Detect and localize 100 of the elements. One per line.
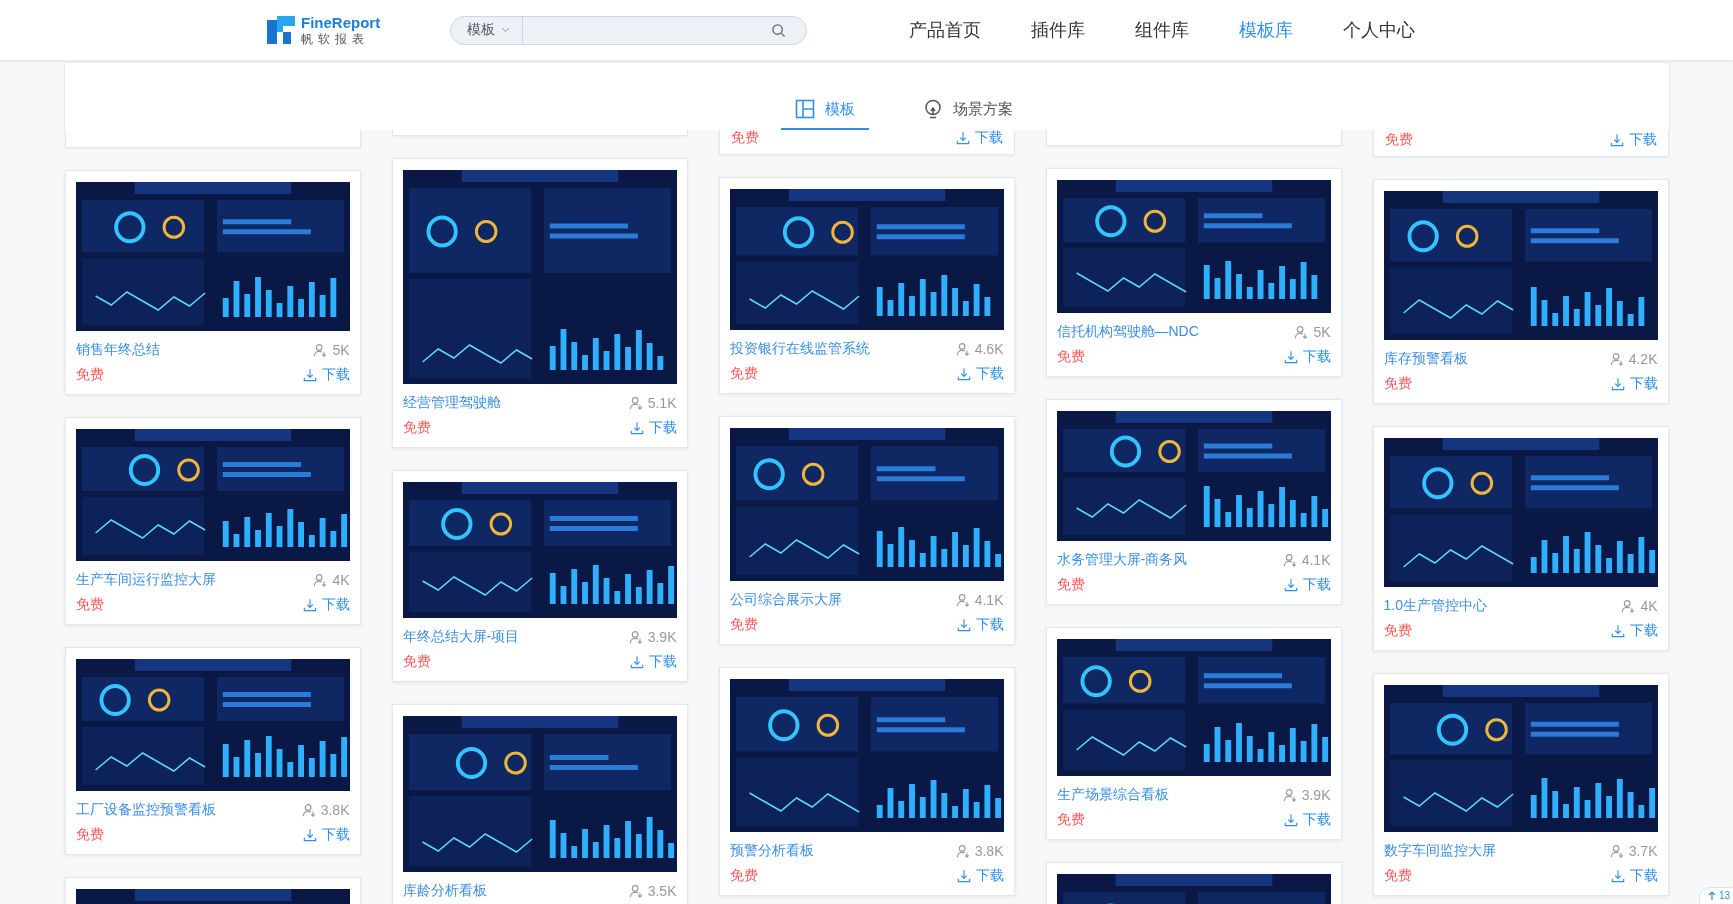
download-link[interactable]: 下载: [629, 419, 677, 437]
view-count: 5.1K: [628, 395, 677, 411]
search-field[interactable]: 模板: [450, 15, 808, 45]
download-icon: [302, 368, 317, 382]
template-card[interactable]: 预警分析看板 3.8K 免费 下载: [718, 667, 1015, 896]
download-link[interactable]: 下载: [1283, 811, 1331, 829]
template-title[interactable]: 库龄分析看板: [402, 882, 487, 900]
nav-link[interactable]: 产品首页: [909, 18, 982, 42]
download-link[interactable]: 下载: [629, 653, 677, 671]
download-link[interactable]: 下载: [302, 596, 350, 614]
template-card[interactable]: 投资银行在线监管系统 4.6K 免费 下载: [718, 177, 1015, 394]
view-count: 3.7K: [1609, 843, 1658, 859]
price-label: 免费: [402, 419, 431, 437]
price-label: 免费: [75, 366, 104, 384]
download-link[interactable]: 下载: [955, 130, 1003, 147]
price-label: 免费: [1056, 576, 1085, 594]
person-icon: [955, 844, 970, 858]
template-card[interactable]: 库龄分析看板 3.5K: [391, 704, 688, 904]
download-link[interactable]: 下载: [1610, 622, 1658, 640]
download-icon: [955, 131, 970, 145]
nav-link[interactable]: 插件库: [1031, 18, 1086, 42]
template-card[interactable]: 数字车间监控大屏 3.7K 免费 下载: [1372, 673, 1669, 896]
logo-icon[interactable]: [265, 14, 297, 46]
download-link[interactable]: 下载: [956, 365, 1004, 383]
template-title[interactable]: 公司综合展示大屏: [729, 591, 842, 609]
template-card[interactable]: 生产场景综合看板 3.9K 免费 下载: [1045, 627, 1342, 840]
person-icon: [955, 342, 970, 356]
nav-link[interactable]: 组件库: [1135, 18, 1190, 42]
person-icon: [1609, 352, 1624, 366]
download-link[interactable]: 下载: [1610, 375, 1658, 393]
download-link[interactable]: 下载: [1610, 867, 1658, 885]
template-title[interactable]: 数字车间监控大屏: [1383, 842, 1496, 860]
download-link[interactable]: 下载: [956, 616, 1004, 634]
template-title[interactable]: 库存预警看板: [1383, 350, 1468, 368]
template-title[interactable]: 生产场景综合看板: [1056, 786, 1169, 804]
logo-subtitle: 帆软报表: [301, 33, 370, 45]
download-link[interactable]: 下载: [1609, 131, 1657, 149]
template-title[interactable]: 工厂设备监控预警看板: [75, 801, 216, 819]
download-link[interactable]: 下载: [956, 867, 1004, 885]
download-link[interactable]: 下载: [1283, 348, 1331, 366]
up-arrow-icon: [1707, 890, 1716, 901]
grid-icon: [794, 99, 815, 119]
template-card[interactable]: 销售年终总结 5K 免费 下载: [64, 170, 361, 395]
template-card[interactable]: 生产车间运行监控大屏 4K 免费 下载: [64, 417, 361, 625]
template-title[interactable]: 预警分析看板: [729, 842, 814, 860]
download-icon: [302, 598, 317, 612]
view-count: 4.1K: [955, 592, 1004, 608]
template-card[interactable]: 水务管理大屏-商务风 4.1K 免费 下载: [1045, 399, 1342, 605]
lightbulb-icon: [922, 99, 943, 119]
template-title[interactable]: 1.0生产管控中心: [1383, 597, 1487, 615]
template-card[interactable]: 工厂设备监控预警看板 3.8K 免费 下载: [64, 647, 361, 855]
download-icon: [956, 869, 971, 883]
tab[interactable]: 场景方案: [908, 99, 1027, 130]
template-title[interactable]: 年终总结大屏-项目: [402, 628, 520, 646]
person-icon: [1282, 788, 1297, 802]
download-icon: [1283, 578, 1298, 592]
back-to-top-button[interactable]: 13: [1698, 887, 1733, 904]
view-count: 5K: [313, 342, 350, 358]
search-icon[interactable]: [771, 22, 787, 38]
template-card[interactable]: 信托机构驾驶舱—NDC 5K 免费 下载: [1045, 168, 1342, 377]
person-icon: [313, 573, 328, 587]
person-icon: [628, 630, 643, 644]
template-card[interactable]: 公司综合展示大屏 4.1K 免费 下载: [718, 416, 1015, 645]
template-title[interactable]: 销售年终总结: [75, 341, 160, 359]
download-link[interactable]: 下载: [302, 826, 350, 844]
template-card[interactable]: 库存预警看板 4.2K 免费 下载: [1372, 179, 1669, 404]
template-title[interactable]: 生产车间运行监控大屏: [75, 571, 216, 589]
view-count: 4.6K: [955, 341, 1004, 357]
price-label: 免费: [402, 653, 431, 671]
person-icon: [955, 593, 970, 607]
view-count: 3.9K: [628, 629, 677, 645]
view-count: 3.5K: [628, 883, 677, 899]
nav-link[interactable]: 个人中心: [1343, 18, 1416, 42]
person-icon: [1294, 325, 1309, 339]
nav-link[interactable]: 模板库: [1239, 18, 1294, 42]
price-label: 免费: [75, 826, 104, 844]
view-count: 4.2K: [1609, 351, 1658, 367]
download-icon: [629, 655, 644, 669]
template-title[interactable]: 信托机构驾驶舱—NDC: [1056, 323, 1199, 341]
template-card[interactable]: 1.0生产管控中心 4K 免费 下载: [1372, 426, 1669, 651]
price-label: 免费: [1384, 131, 1413, 149]
template-title[interactable]: 投资银行在线监管系统: [729, 340, 870, 358]
template-card[interactable]: 经营管理驾驶舱 5.1K 免费 下载: [391, 158, 688, 448]
person-icon: [628, 884, 643, 898]
person-icon: [1282, 553, 1297, 567]
scope-dropdown[interactable]: 模板: [451, 16, 524, 44]
template-card[interactable]: 年终总结大屏-项目 3.9K 免费 下载: [391, 470, 688, 682]
template-title[interactable]: 水务管理大屏-商务风: [1056, 551, 1188, 569]
person-icon: [1609, 844, 1624, 858]
logo-text: FineReport: [301, 15, 381, 30]
template-title[interactable]: 经营管理驾驶舱: [402, 394, 501, 412]
view-count: 4K: [1621, 598, 1658, 614]
download-link[interactable]: 下载: [1283, 576, 1331, 594]
price-label: 免费: [1056, 348, 1085, 366]
price-label: 免费: [729, 365, 758, 383]
price-label: 免费: [75, 596, 104, 614]
price-label: 免费: [729, 867, 758, 885]
price-label: 免费: [1383, 622, 1412, 640]
download-link[interactable]: 下载: [302, 366, 350, 384]
price-label: 免费: [1383, 867, 1412, 885]
